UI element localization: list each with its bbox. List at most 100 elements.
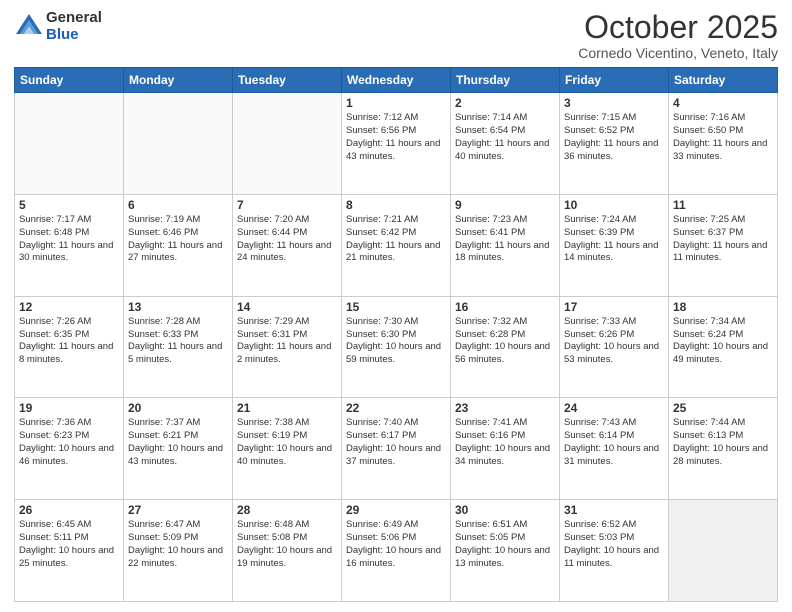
calendar-week-1: 1Sunrise: 7:12 AM Sunset: 6:56 PM Daylig…	[15, 93, 778, 195]
day-number: 10	[564, 198, 664, 212]
day-number: 20	[128, 401, 228, 415]
page: General Blue October 2025 Cornedo Vicent…	[0, 0, 792, 612]
location: Cornedo Vicentino, Veneto, Italy	[578, 45, 778, 61]
day-number: 7	[237, 198, 337, 212]
day-number: 5	[19, 198, 119, 212]
day-number: 27	[128, 503, 228, 517]
day-number: 13	[128, 300, 228, 314]
day-info: Sunrise: 7:25 AM Sunset: 6:37 PM Dayligh…	[673, 214, 773, 265]
logo: General Blue	[14, 10, 102, 43]
col-friday: Friday	[560, 68, 669, 93]
col-thursday: Thursday	[451, 68, 560, 93]
day-number: 12	[19, 300, 119, 314]
logo-general-text: General	[46, 10, 102, 27]
calendar-table: Sunday Monday Tuesday Wednesday Thursday…	[14, 67, 778, 602]
table-row: 13 Sunrise: 7:28 AM Sunset: 6:33 PM Dayli…	[124, 296, 233, 398]
table-row: 31Sunrise: 6:52 AM Sunset: 5:03 PM Dayli…	[560, 500, 669, 602]
calendar-week-2: 5 Sunrise: 7:17 AM Sunset: 6:48 PM Daylig…	[15, 194, 778, 296]
day-number: 28	[237, 503, 337, 517]
day-number: 26	[19, 503, 119, 517]
table-row: 1Sunrise: 7:12 AM Sunset: 6:56 PM Daylig…	[342, 93, 451, 195]
day-number: 31	[564, 503, 664, 517]
table-row: 18Sunrise: 7:34 AM Sunset: 6:24 PM Dayli…	[669, 296, 778, 398]
table-row: 12 Sunrise: 7:26 AM Sunset: 6:35 PM Dayli…	[15, 296, 124, 398]
day-info: Sunrise: 7:32 AM Sunset: 6:28 PM Dayligh…	[455, 316, 555, 367]
day-number: 17	[564, 300, 664, 314]
calendar-week-5: 26 Sunrise: 6:45 AM Sunset: 5:11 PM Dayli…	[15, 500, 778, 602]
day-info: Sunrise: 7:20 AM Sunset: 6:44 PM Dayligh…	[237, 214, 337, 265]
table-row: 27Sunrise: 6:47 AM Sunset: 5:09 PM Dayli…	[124, 500, 233, 602]
table-row	[233, 93, 342, 195]
table-row: 30Sunrise: 6:51 AM Sunset: 5:05 PM Dayli…	[451, 500, 560, 602]
header-right: October 2025 Cornedo Vicentino, Veneto, …	[578, 10, 778, 61]
day-info: Sunrise: 6:48 AM Sunset: 5:08 PM Dayligh…	[237, 519, 337, 570]
table-row: 26 Sunrise: 6:45 AM Sunset: 5:11 PM Dayli…	[15, 500, 124, 602]
table-row: 4 Sunrise: 7:16 AM Sunset: 6:50 PM Daylig…	[669, 93, 778, 195]
table-row: 23 Sunrise: 7:41 AM Sunset: 6:16 PM Dayli…	[451, 398, 560, 500]
day-number: 3	[564, 96, 664, 110]
day-info: Sunrise: 7:43 AM Sunset: 6:14 PM Dayligh…	[564, 417, 664, 468]
col-wednesday: Wednesday	[342, 68, 451, 93]
logo-blue-text: Blue	[46, 27, 102, 44]
table-row: 3 Sunrise: 7:15 AM Sunset: 6:52 PM Daylig…	[560, 93, 669, 195]
col-tuesday: Tuesday	[233, 68, 342, 93]
table-row: 5 Sunrise: 7:17 AM Sunset: 6:48 PM Daylig…	[15, 194, 124, 296]
day-number: 16	[455, 300, 555, 314]
day-info: Sunrise: 7:33 AM Sunset: 6:26 PM Dayligh…	[564, 316, 664, 367]
table-row: 8 Sunrise: 7:21 AM Sunset: 6:42 PM Daylig…	[342, 194, 451, 296]
day-info: Sunrise: 6:45 AM Sunset: 5:11 PM Dayligh…	[19, 519, 119, 570]
day-number: 4	[673, 96, 773, 110]
table-row: 19 Sunrise: 7:36 AM Sunset: 6:23 PM Dayli…	[15, 398, 124, 500]
table-row: 2Sunrise: 7:14 AM Sunset: 6:54 PM Daylig…	[451, 93, 560, 195]
day-number: 2	[455, 96, 555, 110]
day-number: 23	[455, 401, 555, 415]
day-info: Sunrise: 7:15 AM Sunset: 6:52 PM Dayligh…	[564, 112, 664, 163]
table-row: 25Sunrise: 7:44 AM Sunset: 6:13 PM Dayli…	[669, 398, 778, 500]
day-number: 15	[346, 300, 446, 314]
table-row	[124, 93, 233, 195]
day-info: Sunrise: 7:16 AM Sunset: 6:50 PM Dayligh…	[673, 112, 773, 163]
table-row: 22Sunrise: 7:40 AM Sunset: 6:17 PM Dayli…	[342, 398, 451, 500]
calendar-week-3: 12 Sunrise: 7:26 AM Sunset: 6:35 PM Dayli…	[15, 296, 778, 398]
day-number: 9	[455, 198, 555, 212]
header: General Blue October 2025 Cornedo Vicent…	[14, 10, 778, 61]
day-info: Sunrise: 7:41 AM Sunset: 6:16 PM Dayligh…	[455, 417, 555, 468]
day-info: Sunrise: 7:29 AM Sunset: 6:31 PM Dayligh…	[237, 316, 337, 367]
day-info: Sunrise: 7:38 AM Sunset: 6:19 PM Dayligh…	[237, 417, 337, 468]
table-row: 29Sunrise: 6:49 AM Sunset: 5:06 PM Dayli…	[342, 500, 451, 602]
day-info: Sunrise: 7:23 AM Sunset: 6:41 PM Dayligh…	[455, 214, 555, 265]
day-number: 8	[346, 198, 446, 212]
day-info: Sunrise: 7:21 AM Sunset: 6:42 PM Dayligh…	[346, 214, 446, 265]
table-row: 21 Sunrise: 7:38 AM Sunset: 6:19 PM Dayli…	[233, 398, 342, 500]
day-info: Sunrise: 7:30 AM Sunset: 6:30 PM Dayligh…	[346, 316, 446, 367]
table-row: 9 Sunrise: 7:23 AM Sunset: 6:41 PM Daylig…	[451, 194, 560, 296]
month-title: October 2025	[578, 10, 778, 45]
table-row: 24 Sunrise: 7:43 AM Sunset: 6:14 PM Dayli…	[560, 398, 669, 500]
day-info: Sunrise: 7:36 AM Sunset: 6:23 PM Dayligh…	[19, 417, 119, 468]
day-info: Sunrise: 7:37 AM Sunset: 6:21 PM Dayligh…	[128, 417, 228, 468]
table-row: 11 Sunrise: 7:25 AM Sunset: 6:37 PM Dayli…	[669, 194, 778, 296]
table-row: 28 Sunrise: 6:48 AM Sunset: 5:08 PM Dayli…	[233, 500, 342, 602]
day-number: 21	[237, 401, 337, 415]
day-number: 6	[128, 198, 228, 212]
table-row: 10 Sunrise: 7:24 AM Sunset: 6:39 PM Dayli…	[560, 194, 669, 296]
table-row	[15, 93, 124, 195]
day-number: 25	[673, 401, 773, 415]
day-info: Sunrise: 7:28 AM Sunset: 6:33 PM Dayligh…	[128, 316, 228, 367]
logo-text: General Blue	[46, 10, 102, 43]
logo-icon	[14, 12, 44, 42]
day-info: Sunrise: 7:17 AM Sunset: 6:48 PM Dayligh…	[19, 214, 119, 265]
table-row: 6Sunrise: 7:19 AM Sunset: 6:46 PM Daylig…	[124, 194, 233, 296]
day-info: Sunrise: 7:24 AM Sunset: 6:39 PM Dayligh…	[564, 214, 664, 265]
day-info: Sunrise: 7:34 AM Sunset: 6:24 PM Dayligh…	[673, 316, 773, 367]
day-number: 11	[673, 198, 773, 212]
day-number: 24	[564, 401, 664, 415]
calendar-header-row: Sunday Monday Tuesday Wednesday Thursday…	[15, 68, 778, 93]
day-number: 19	[19, 401, 119, 415]
table-row	[669, 500, 778, 602]
day-number: 22	[346, 401, 446, 415]
day-number: 1	[346, 96, 446, 110]
day-info: Sunrise: 7:26 AM Sunset: 6:35 PM Dayligh…	[19, 316, 119, 367]
table-row: 14Sunrise: 7:29 AM Sunset: 6:31 PM Dayli…	[233, 296, 342, 398]
table-row: 17 Sunrise: 7:33 AM Sunset: 6:26 PM Dayli…	[560, 296, 669, 398]
